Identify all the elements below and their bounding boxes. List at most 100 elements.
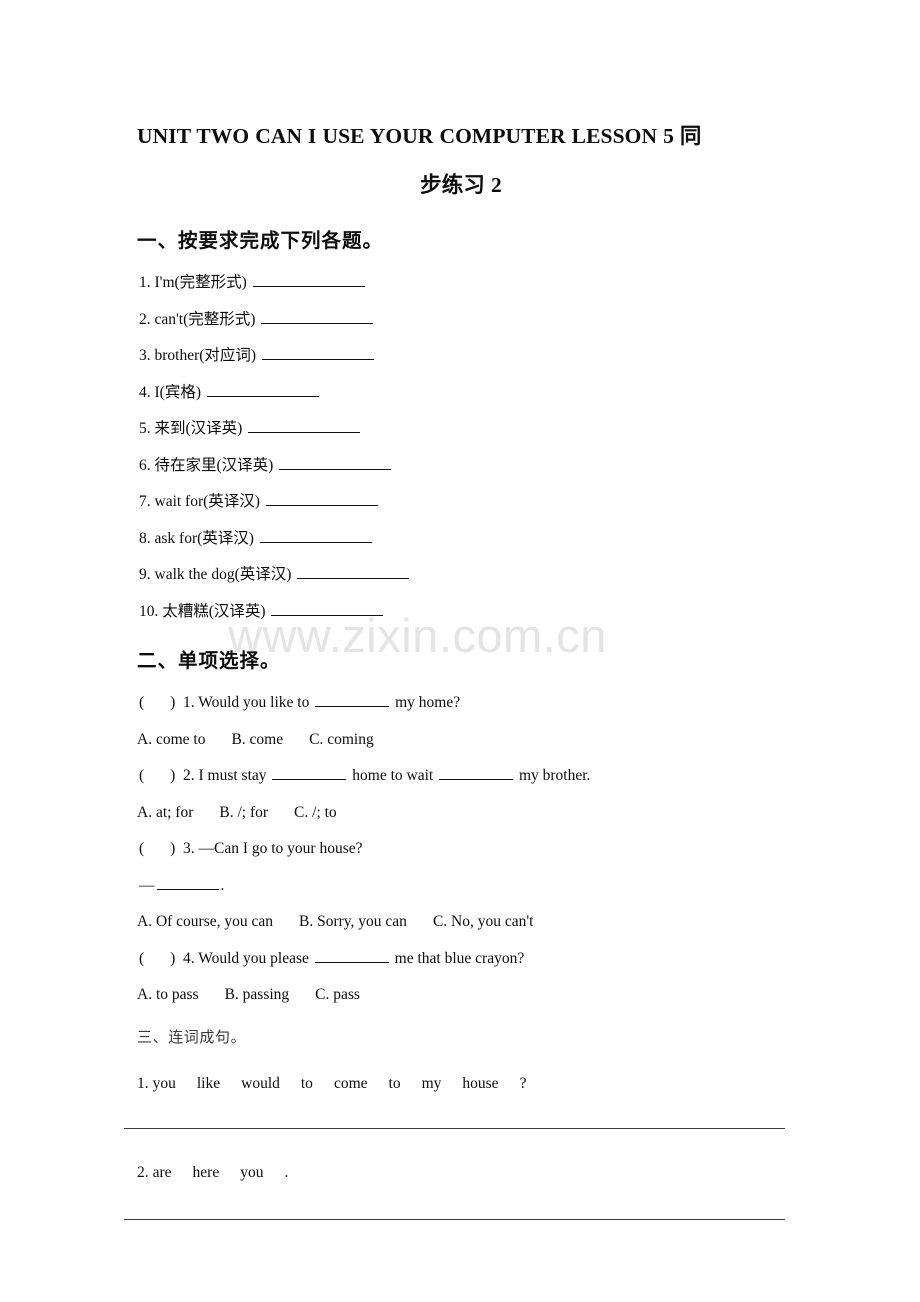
section-two-heading: 二、单项选择。 <box>137 649 281 672</box>
fill-item-9-number: 9. <box>139 566 151 583</box>
jumble-item-1-word-6: to <box>388 1075 401 1092</box>
fill-item-8-blank[interactable] <box>259 527 372 543</box>
jumble-item-1-word-4: to <box>300 1075 313 1092</box>
jumble-item-2-word-2: here <box>192 1164 220 1181</box>
worksheet-page: www.zixin.com.cn UNIT TWO CAN I USE YOUR… <box>0 0 920 1302</box>
document-content: UNIT TWO CAN I USE YOUR COMPUTER LESSON … <box>0 0 920 1220</box>
choice-question-3-response-line: —. <box>137 868 785 905</box>
jumble-item-1-word-7: my <box>421 1075 442 1092</box>
fill-item-5: 5. 来到(汉译英) <box>137 411 785 448</box>
jumble-item-1-word-5: come <box>333 1075 368 1092</box>
fill-item-2-number: 2. <box>139 310 151 328</box>
choice-question-2-stem-after: my brother. <box>518 767 591 784</box>
fill-item-6: 6. 待在家里(汉译英) <box>137 448 785 485</box>
choice-question-4-answer-box[interactable]: () <box>139 941 183 978</box>
choice-question-3-option-b[interactable]: B. Sorry, you can <box>299 913 407 930</box>
fill-item-5-prompt: 来到(汉译英) <box>154 420 243 437</box>
choice-question-1: () 1. Would you like to my home? <box>137 685 785 722</box>
choice-question-1-answer-box[interactable]: () <box>139 685 183 722</box>
fill-item-8-number: 8. <box>139 529 151 547</box>
choice-question-1-option-b[interactable]: B. come <box>231 731 283 748</box>
choice-question-1-blank[interactable] <box>315 692 390 707</box>
fill-item-6-blank[interactable] <box>279 454 392 470</box>
fill-item-4-prompt: I(宾格) <box>154 383 202 401</box>
fill-item-3-prompt: brother(对应词) <box>154 347 257 364</box>
section-three-heading: 三、连词成句。 <box>137 1029 247 1046</box>
jumble-item-1-word-8: house <box>462 1075 499 1092</box>
fill-item-7-blank[interactable] <box>265 491 378 506</box>
jumble-item-2-word-3: you <box>240 1164 264 1181</box>
fill-item-9: 9. walk the dog(英译汉) <box>137 557 785 594</box>
choice-question-1-stem-before: Would you like to <box>198 694 310 711</box>
jumble-item-1-word-2: like <box>196 1075 221 1092</box>
choice-question-2-option-a[interactable]: A. at; for <box>137 804 193 821</box>
choice-question-2-options: A. at; for B. /; for C. /; to <box>137 795 785 832</box>
fill-item-9-blank[interactable] <box>297 564 410 579</box>
choice-question-3-answer-box[interactable]: () <box>139 831 183 868</box>
choice-question-2-blank-1[interactable] <box>272 765 347 780</box>
choice-question-4-option-a[interactable]: A. to pass <box>137 986 199 1003</box>
fill-item-8: 8. ask for(英译汉) <box>137 521 785 558</box>
choice-question-2: () 2. I must stay home to wait my brother… <box>137 758 785 795</box>
choice-question-2-stem-mid: home to wait <box>352 767 434 784</box>
choice-question-3-dash: — <box>139 876 155 894</box>
jumble-item-2-word-1: are <box>152 1164 172 1181</box>
choice-question-4: () 4. Would you please me that blue crayo… <box>137 941 785 978</box>
fill-item-5-number: 5. <box>139 420 151 437</box>
fill-item-10-blank[interactable] <box>271 600 384 616</box>
choice-question-1-option-a[interactable]: A. come to <box>137 731 205 748</box>
choice-question-2-option-c[interactable]: C. /; to <box>294 804 337 821</box>
choice-question-3-options: A. Of course, you can B. Sorry, you can C.… <box>137 904 785 941</box>
choice-question-2-blank-2[interactable] <box>439 765 514 780</box>
jumble-item-1-word-9: ? <box>519 1075 527 1092</box>
fill-item-1-prompt: I'm(完整形式) <box>154 274 247 291</box>
jumble-item-2-word-4: . <box>284 1164 289 1181</box>
choice-question-4-option-b[interactable]: B. passing <box>225 986 290 1003</box>
fill-item-9-prompt: walk the dog(英译汉) <box>154 566 292 583</box>
fill-item-2-blank[interactable] <box>261 308 374 324</box>
choice-question-4-blank[interactable] <box>314 947 389 963</box>
page-title-line-1: UNIT TWO CAN I USE YOUR COMPUTER LESSON … <box>137 124 702 148</box>
choice-question-2-number: 2. <box>183 767 195 784</box>
choice-question-4-option-c[interactable]: C. pass <box>315 986 360 1003</box>
fill-item-3-number: 3. <box>139 347 151 364</box>
choice-question-4-options: A. to pass B. passing C. pass <box>137 977 785 1014</box>
choice-question-1-option-c[interactable]: C. coming <box>309 731 374 748</box>
choice-question-3-stem-before: —Can I go to your house? <box>198 840 363 857</box>
fill-item-7: 7. wait for(英译汉) <box>137 484 785 521</box>
jumble-item-2-answer-rule[interactable] <box>124 1219 785 1220</box>
choice-question-1-options: A. come to B. come C. coming <box>137 722 785 759</box>
fill-item-5-blank[interactable] <box>248 418 361 433</box>
section-one-heading: 一、按要求完成下列各题。 <box>137 229 384 252</box>
fill-item-6-number: 6. <box>139 456 151 474</box>
fill-item-4-blank[interactable] <box>206 381 319 397</box>
jumble-item-1: 1. you like would to come to my house? <box>137 1066 785 1102</box>
fill-item-10-prompt: 太糟糕(汉译英) <box>162 602 266 620</box>
jumble-item-1-answer-rule[interactable] <box>124 1128 785 1129</box>
fill-item-10-number: 10. <box>139 602 159 620</box>
choice-question-1-number: 1. <box>183 694 195 711</box>
choice-question-3-option-c[interactable]: C. No, you can't <box>433 913 534 930</box>
fill-item-4-number: 4. <box>139 383 151 401</box>
fill-item-7-prompt: wait for(英译汉) <box>154 493 260 510</box>
fill-item-7-number: 7. <box>139 493 151 510</box>
choice-question-2-answer-box[interactable]: () <box>139 758 183 795</box>
fill-item-3: 3. brother(对应词) <box>137 338 785 375</box>
jumble-item-2: 2. are here you. <box>137 1155 785 1191</box>
fill-item-10: 10. 太糟糕(汉译英) <box>137 594 785 631</box>
choice-question-3-number: 3. <box>183 840 195 857</box>
choice-question-3-option-a[interactable]: A. Of course, you can <box>137 913 273 930</box>
fill-item-2: 2. can't(完整形式) <box>137 302 785 339</box>
page-title: UNIT TWO CAN I USE YOUR COMPUTER LESSON … <box>137 112 785 210</box>
fill-item-1-blank[interactable] <box>252 272 365 287</box>
choice-question-3-blank[interactable] <box>156 874 219 890</box>
choice-question-4-stem-after: me that blue crayon? <box>394 949 525 967</box>
fill-item-2-prompt: can't(完整形式) <box>154 310 256 328</box>
choice-question-2-stem-before: I must stay <box>198 767 267 784</box>
choice-question-4-stem-before: Would you please <box>198 949 309 967</box>
jumble-item-1-word-1: you <box>152 1075 176 1092</box>
fill-item-6-prompt: 待在家里(汉译英) <box>154 456 274 474</box>
choice-question-2-option-b[interactable]: B. /; for <box>219 804 268 821</box>
fill-item-3-blank[interactable] <box>261 345 374 360</box>
choice-question-3-period: . <box>220 876 225 894</box>
